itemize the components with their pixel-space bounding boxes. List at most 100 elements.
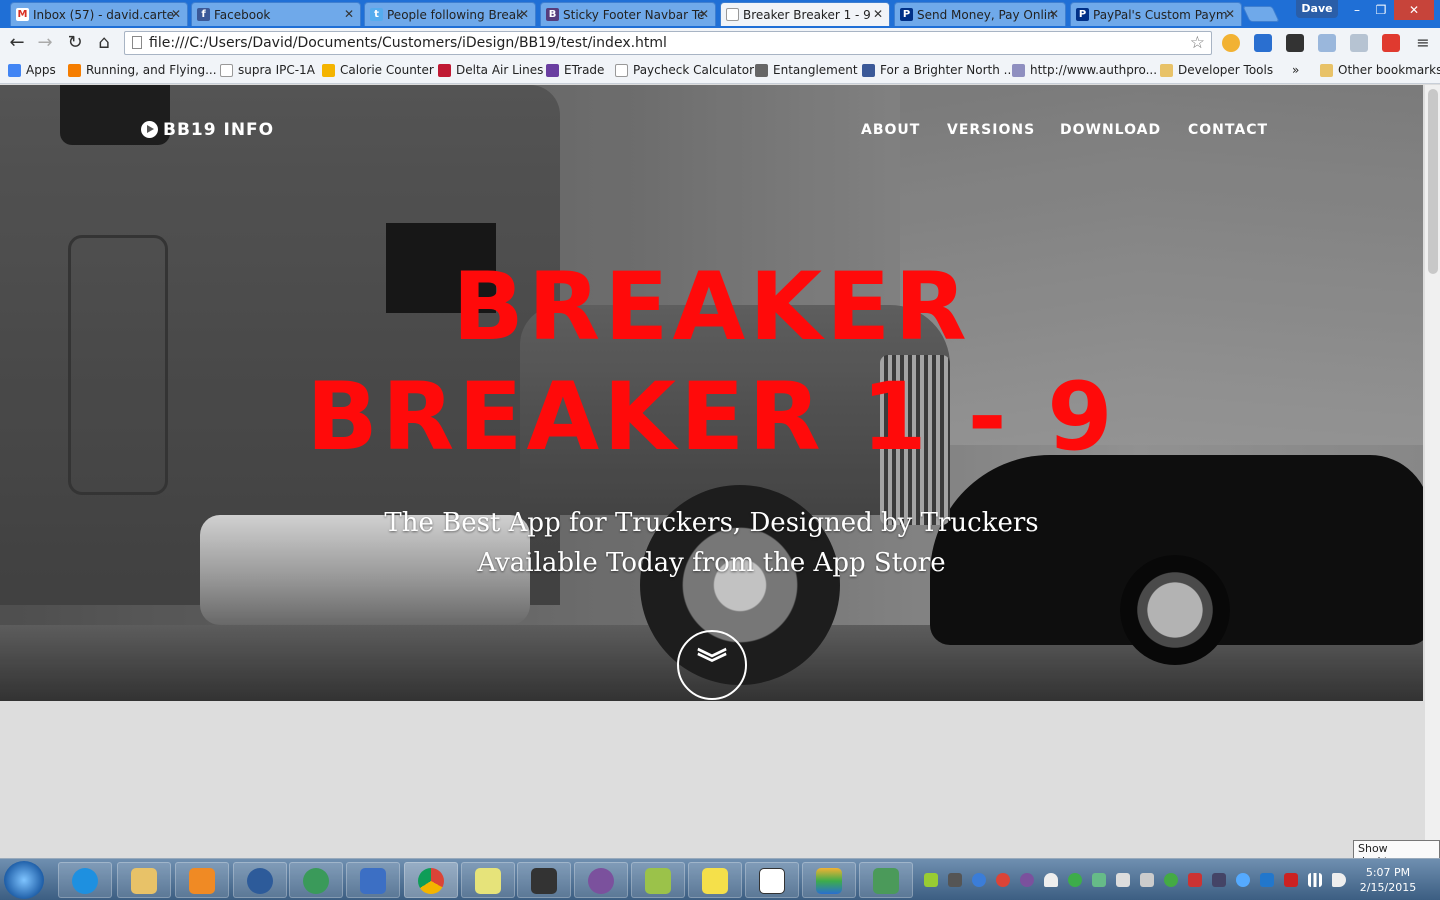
taskbar-spreadsheet[interactable] xyxy=(859,862,913,898)
tray-icon[interactable] xyxy=(1164,873,1178,887)
code-icon[interactable] xyxy=(1318,34,1336,52)
bookmark-supra[interactable]: supra IPC-1A xyxy=(220,63,315,77)
tray-icon[interactable] xyxy=(924,873,938,887)
htmlkit-icon xyxy=(759,868,785,894)
taskbar-ie[interactable] xyxy=(58,862,112,898)
apps-icon xyxy=(8,64,21,77)
bookmark-authpro[interactable]: http://www.authpro... xyxy=(1012,63,1157,77)
taskbar-app[interactable] xyxy=(289,862,343,898)
extension-icon[interactable] xyxy=(1382,34,1400,52)
site-brand[interactable]: BB19 INFO xyxy=(141,120,274,140)
nav-versions[interactable]: VERSIONS xyxy=(947,122,1035,138)
tray-icon[interactable] xyxy=(1092,873,1106,887)
tray-icon[interactable] xyxy=(1284,873,1298,887)
chrome-tray-icon[interactable] xyxy=(996,873,1010,887)
volume-icon[interactable] xyxy=(1332,873,1346,887)
taskbar-notes[interactable] xyxy=(461,862,515,898)
close-window-button[interactable]: ✕ xyxy=(1394,0,1434,20)
bookmark-developer-tools[interactable]: Developer Tools xyxy=(1160,63,1273,77)
twitter-icon: t xyxy=(370,8,383,21)
close-tab-icon[interactable]: ✕ xyxy=(699,7,709,21)
close-tab-icon[interactable]: ✕ xyxy=(873,7,883,21)
taskbar-editor[interactable] xyxy=(631,862,685,898)
signal-icon[interactable] xyxy=(1308,873,1322,887)
bookmark-paycheck[interactable]: Paycheck Calculator xyxy=(615,63,754,77)
cast-icon[interactable] xyxy=(1350,34,1368,52)
viber-tray-icon[interactable] xyxy=(1020,873,1034,887)
forward-icon[interactable]: → xyxy=(34,32,56,54)
minimize-button[interactable]: – xyxy=(1346,0,1368,20)
taskbar-thunderbird[interactable] xyxy=(233,862,287,898)
taskbar-viber[interactable] xyxy=(574,862,628,898)
bookmark-calorie[interactable]: Calorie Counter xyxy=(322,63,434,77)
scroll-down-button[interactable]: ︾ xyxy=(677,630,747,700)
close-tab-icon[interactable]: ✕ xyxy=(1225,7,1235,21)
tray-icon[interactable] xyxy=(1140,873,1154,887)
tray-icon[interactable] xyxy=(1212,873,1226,887)
bookmark-entanglement[interactable]: Entanglement xyxy=(755,63,858,77)
hero-headline: BREAKER BREAKER 1 - 9 xyxy=(0,253,1423,473)
bookmark-delta[interactable]: Delta Air Lines xyxy=(438,63,543,77)
nav-contact[interactable]: CONTACT xyxy=(1188,122,1268,138)
nav-download[interactable]: DOWNLOAD xyxy=(1060,122,1161,138)
buffer-icon[interactable] xyxy=(1286,34,1304,52)
bookmark-etrade[interactable]: ETrade xyxy=(546,63,604,77)
bootstrap-icon: B xyxy=(546,8,559,21)
home-icon[interactable]: ⌂ xyxy=(93,32,115,54)
profile-button[interactable]: Dave xyxy=(1296,0,1338,18)
extension-icon[interactable] xyxy=(1222,34,1240,52)
tab-facebook[interactable]: f Facebook ✕ xyxy=(191,2,361,26)
new-tab-button[interactable] xyxy=(1242,6,1280,22)
taskbar-camera[interactable] xyxy=(517,862,571,898)
page-viewport: BB19 INFO ABOUT VERSIONS DOWNLOAD CONTAC… xyxy=(0,85,1424,858)
tray-icon[interactable] xyxy=(948,873,962,887)
computer-icon xyxy=(360,868,386,894)
reload-icon[interactable]: ↻ xyxy=(64,32,86,54)
more-bookmarks-button[interactable]: » xyxy=(1278,63,1299,77)
taskbar-network[interactable] xyxy=(346,862,400,898)
close-tab-icon[interactable]: ✕ xyxy=(171,7,181,21)
tab-twitter[interactable]: t People following Break ✕ xyxy=(364,2,536,26)
close-tab-icon[interactable]: ✕ xyxy=(1049,7,1059,21)
scrollbar-thumb[interactable] xyxy=(1428,89,1438,274)
taskbar-htmlkit[interactable] xyxy=(745,862,799,898)
tray-icon[interactable] xyxy=(972,873,986,887)
bookmark-brighter-north[interactable]: For a Brighter North ... xyxy=(862,63,1015,77)
tray-icon[interactable] xyxy=(1068,873,1082,887)
tab-breaker[interactable]: Breaker Breaker 1 - 9 ✕ xyxy=(720,2,890,26)
tray-icon[interactable] xyxy=(1188,873,1202,887)
address-bar[interactable]: file:///C:/Users/David/Documents/Custome… xyxy=(124,31,1212,55)
extension-icon[interactable] xyxy=(1254,34,1272,52)
bell-icon[interactable] xyxy=(1044,873,1058,887)
taskbar-bluestacks[interactable] xyxy=(802,862,856,898)
taskbar-text[interactable] xyxy=(688,862,742,898)
close-tab-icon[interactable]: ✕ xyxy=(344,7,354,21)
menu-icon[interactable]: ≡ xyxy=(1412,32,1434,54)
paypal-icon: P xyxy=(1076,8,1089,21)
tab-bootstrap[interactable]: B Sticky Footer Navbar Te ✕ xyxy=(540,2,716,26)
start-button[interactable] xyxy=(4,861,44,899)
nav-about[interactable]: ABOUT xyxy=(861,122,920,138)
text-editor-icon xyxy=(702,868,728,894)
star-icon[interactable]: ☆ xyxy=(1190,33,1205,53)
tray-icon[interactable] xyxy=(1116,873,1130,887)
close-tab-icon[interactable]: ✕ xyxy=(519,7,529,21)
address-text: file:///C:/Users/David/Documents/Custome… xyxy=(149,35,667,51)
maximize-button[interactable]: ❐ xyxy=(1370,0,1392,20)
bookmark-apps[interactable]: Apps xyxy=(8,63,56,77)
page-icon xyxy=(220,64,233,77)
taskbar-explorer[interactable] xyxy=(117,862,171,898)
tray-icon[interactable] xyxy=(1260,873,1274,887)
system-clock[interactable]: 5:07 PM 2/15/2015 xyxy=(1352,865,1424,895)
tab-gmail[interactable]: M Inbox (57) - david.carte ✕ xyxy=(10,2,188,26)
tab-paypal-custom[interactable]: P PayPal's Custom Paym ✕ xyxy=(1070,2,1242,26)
back-icon[interactable]: ← xyxy=(6,32,28,54)
tab-paypal-send[interactable]: P Send Money, Pay Onlin ✕ xyxy=(894,2,1066,26)
bookmark-running[interactable]: Running, and Flying... xyxy=(68,63,217,77)
entanglement-icon xyxy=(755,64,768,77)
page-scrollbar[interactable] xyxy=(1424,85,1440,858)
taskbar-media[interactable] xyxy=(175,862,229,898)
taskbar-chrome[interactable] xyxy=(404,862,458,898)
tray-icon[interactable] xyxy=(1236,873,1250,887)
other-bookmarks[interactable]: Other bookmarks xyxy=(1320,63,1440,77)
